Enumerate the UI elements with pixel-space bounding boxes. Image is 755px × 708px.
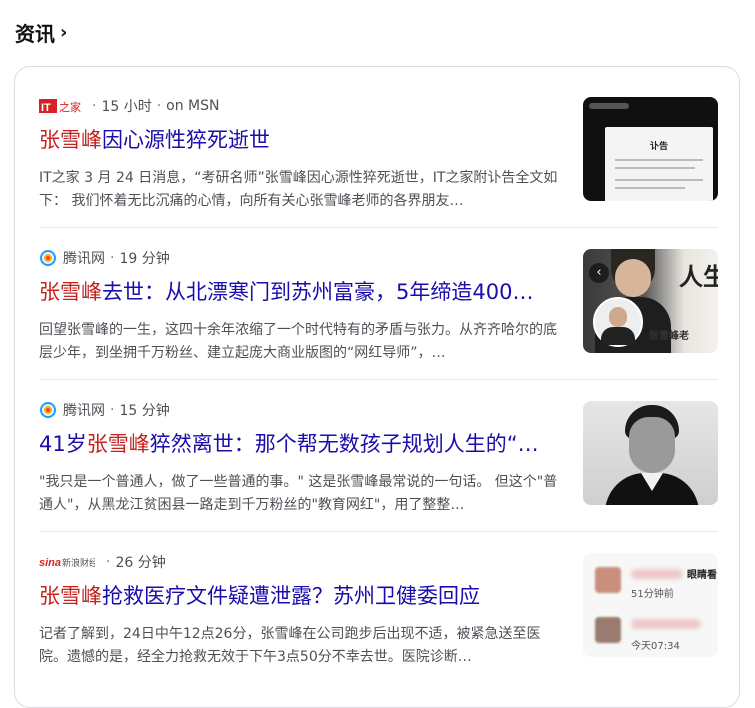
tencent-news-logo-icon (39, 249, 57, 267)
section-header[interactable]: 资讯 › (15, 18, 67, 47)
source-name: 腾讯网 (63, 251, 105, 267)
source-line: 腾讯网 · 19 分钟 (39, 247, 170, 269)
news-snippet: 回望张雪峰的一生，这四十余年浓缩了一个时代特有的矛盾与张力。从齐齐哈尔的底层少年… (39, 322, 557, 361)
svg-text:新浪财经: 新浪财经 (62, 557, 95, 569)
source-line: IT 之家 · 15 小时 · on MSN (39, 98, 220, 115)
news-item[interactable]: 腾讯网 · 15 分钟 41岁张雪峰猝然离世：那个帮无数孩子规划人生的“… "我… (39, 379, 718, 532)
sina-finance-logo-icon: sina 新浪财经 (39, 554, 95, 570)
svg-text:IT: IT (41, 102, 51, 114)
via-label: on MSN (166, 98, 220, 114)
ithome-logo-icon: IT 之家 (39, 98, 81, 114)
news-thumbnail[interactable] (583, 401, 718, 505)
news-title[interactable]: 张雪峰抢救医疗文件疑遭泄露？苏州卫健委回应 (39, 581, 569, 611)
news-thumbnail[interactable]: 讣告 (583, 97, 718, 201)
chevron-left-icon[interactable]: ‹ (589, 263, 609, 283)
news-snippet: IT之家 3 月 24 日消息，“考研名师”张雪峰因心源性猝死逝世，IT之家附讣… (39, 170, 558, 209)
publish-time: 26 分钟 (115, 555, 166, 571)
publish-time: 19 分钟 (119, 251, 170, 267)
publish-time: 15 小时 (101, 99, 152, 115)
news-item[interactable]: sina 新浪财经 · 26 分钟 张雪峰抢救医疗文件疑遭泄露？苏州卫健委回应 … (39, 531, 718, 683)
source-name: 腾讯网 (63, 403, 105, 419)
news-snippet: "我只是一个普通人，做了一些普通的事。" 这是张雪峰最常说的一句话。 但这个"普… (39, 474, 558, 513)
source-line: 腾讯网 · 15 分钟 (39, 399, 170, 421)
news-snippet: 记者了解到，24日中午12点26分，张雪峰在公司跑步后出现不适，被紧急送至医院。… (39, 626, 541, 665)
news-title[interactable]: 张雪峰因心源性猝死逝世 (39, 125, 569, 155)
svg-text:sina: sina (39, 557, 61, 569)
svg-text:之家: 之家 (59, 100, 81, 114)
publish-time: 15 分钟 (119, 403, 170, 419)
chevron-right-icon: › (60, 22, 68, 43)
news-card: IT 之家 · 15 小时 · on MSN 张雪峰因心源性猝死逝世 IT之家 … (14, 66, 740, 708)
news-item[interactable]: IT 之家 · 15 小时 · on MSN 张雪峰因心源性猝死逝世 IT之家 … (39, 75, 718, 228)
source-line: sina 新浪财经 · 26 分钟 (39, 554, 166, 571)
news-thumbnail[interactable]: 眼睛看 51分钟前 今天07:34 (583, 553, 718, 657)
tencent-news-logo-icon (39, 401, 57, 419)
news-item[interactable]: 腾讯网 · 19 分钟 张雪峰去世：从北漂寒门到苏州富豪，5年缔造400… 回望… (39, 227, 718, 380)
section-title: 资讯 (15, 22, 55, 46)
news-title[interactable]: 41岁张雪峰猝然离世：那个帮无数孩子规划人生的“… (39, 429, 569, 459)
news-title[interactable]: 张雪峰去世：从北漂寒门到苏州富豪，5年缔造400… (39, 277, 569, 307)
news-thumbnail[interactable]: 人生 张雪峰老 ‹ (583, 249, 718, 353)
